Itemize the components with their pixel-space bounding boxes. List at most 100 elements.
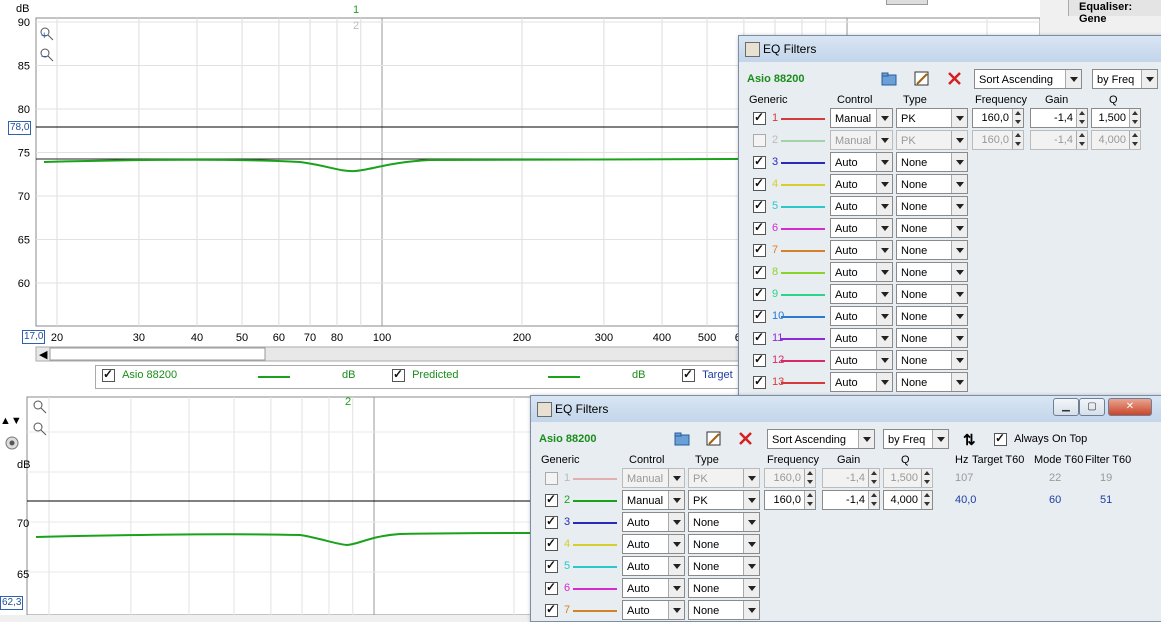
delete-icon[interactable] bbox=[946, 70, 964, 88]
filter-enable-checkbox[interactable] bbox=[753, 176, 766, 191]
spinner-arrows-icon[interactable] bbox=[868, 469, 879, 487]
spinner-arrows-icon[interactable] bbox=[1129, 131, 1140, 149]
filter-enable-checkbox[interactable] bbox=[545, 602, 558, 617]
filter-control-select[interactable]: Auto bbox=[830, 174, 893, 194]
min-level-box[interactable]: 17,0 bbox=[22, 330, 46, 344]
title-bar[interactable]: EQ Filters bbox=[739, 36, 1161, 62]
by-select[interactable]: by Freq bbox=[883, 429, 949, 449]
spinner-arrows-icon[interactable] bbox=[1129, 109, 1140, 127]
ref-level-box[interactable]: 78,0 bbox=[8, 121, 32, 135]
filter-type-select[interactable]: None bbox=[896, 196, 968, 216]
sort-arrows-icon[interactable]: ⇅ bbox=[963, 431, 981, 449]
filter-control-select[interactable]: Auto bbox=[830, 328, 893, 348]
filter-enable-checkbox[interactable] bbox=[753, 374, 766, 389]
filter-gain-spinner[interactable]: -1,4 bbox=[1030, 108, 1088, 128]
filter-type-select[interactable]: None bbox=[688, 534, 760, 554]
filter-q-spinner[interactable]: 1,500 bbox=[1091, 108, 1141, 128]
filter-control-select[interactable]: Auto bbox=[622, 512, 685, 532]
spinner-arrows-icon[interactable] bbox=[804, 469, 815, 487]
filter-type-select[interactable]: PK bbox=[688, 490, 760, 510]
legend-checkbox[interactable] bbox=[682, 367, 695, 382]
filter-type-select[interactable]: PK bbox=[688, 468, 760, 488]
filter-type-select[interactable]: None bbox=[896, 240, 968, 260]
spinner-arrows-icon[interactable] bbox=[1076, 109, 1087, 127]
spinner-arrows-icon[interactable] bbox=[1076, 131, 1087, 149]
filter-type-select[interactable]: None bbox=[688, 600, 760, 620]
edit-icon[interactable] bbox=[705, 430, 723, 448]
h-scrollbar-thumb[interactable] bbox=[49, 347, 266, 361]
filter-type-select[interactable]: None bbox=[896, 328, 968, 348]
filter-control-select[interactable]: Auto bbox=[830, 372, 893, 392]
filter-gain-spinner[interactable]: -1,4 bbox=[822, 490, 880, 510]
scroll-left-icon[interactable]: ◀ bbox=[39, 349, 48, 361]
filter-control-select[interactable]: Auto bbox=[622, 578, 685, 598]
spinner-arrows-icon[interactable] bbox=[1012, 109, 1023, 127]
filter-type-select[interactable]: None bbox=[896, 284, 968, 304]
filter-enable-checkbox[interactable] bbox=[753, 220, 766, 235]
open-folder-icon[interactable] bbox=[880, 70, 898, 88]
spinner-arrows-icon[interactable] bbox=[804, 491, 815, 509]
filter-control-select[interactable]: Auto bbox=[830, 218, 893, 238]
bottom-min-level-box[interactable]: 62,3 bbox=[0, 596, 24, 610]
filter-enable-checkbox[interactable] bbox=[753, 110, 766, 125]
spinner-arrows-icon[interactable] bbox=[921, 469, 932, 487]
filter-type-select[interactable]: None bbox=[896, 350, 968, 370]
filter-type-select[interactable]: None bbox=[688, 578, 760, 598]
filter-freq-spinner[interactable]: 160,0 bbox=[972, 130, 1024, 150]
edit-icon[interactable] bbox=[913, 70, 931, 88]
spinner-arrows-icon[interactable] bbox=[868, 491, 879, 509]
filter-freq-spinner[interactable]: 160,0 bbox=[972, 108, 1024, 128]
filter-enable-checkbox[interactable] bbox=[753, 308, 766, 323]
filter-type-select[interactable]: None bbox=[688, 512, 760, 532]
filter-enable-checkbox[interactable] bbox=[545, 514, 558, 529]
filter-enable-checkbox[interactable] bbox=[545, 558, 558, 573]
filter-type-select[interactable]: None bbox=[896, 306, 968, 326]
filter-type-select[interactable]: None bbox=[896, 218, 968, 238]
filter-enable-checkbox[interactable] bbox=[753, 352, 766, 367]
filter-control-select[interactable]: Manual bbox=[830, 108, 893, 128]
title-bar[interactable]: EQ Filters ▁ ▢ ✕ bbox=[531, 396, 1161, 422]
sort-select[interactable]: Sort Ascending bbox=[767, 429, 875, 449]
spinner-arrows-icon[interactable] bbox=[1012, 131, 1023, 149]
filter-type-select[interactable]: None bbox=[896, 174, 968, 194]
legend-checkbox[interactable] bbox=[392, 367, 405, 382]
top-stub-button[interactable] bbox=[886, 0, 928, 5]
filter-control-select[interactable]: Manual bbox=[830, 130, 893, 150]
filter-type-select[interactable]: None bbox=[896, 262, 968, 282]
filter-control-select[interactable]: Auto bbox=[830, 196, 893, 216]
filter-enable-checkbox[interactable] bbox=[753, 330, 766, 345]
filter-gain-spinner[interactable]: -1,4 bbox=[822, 468, 880, 488]
filter-control-select[interactable]: Auto bbox=[830, 306, 893, 326]
legend-checkbox[interactable] bbox=[102, 367, 115, 382]
filter-enable-checkbox[interactable] bbox=[753, 264, 766, 279]
filter-enable-checkbox[interactable] bbox=[753, 242, 766, 257]
filter-control-select[interactable]: Auto bbox=[830, 262, 893, 282]
filter-enable-checkbox[interactable] bbox=[753, 134, 766, 147]
open-folder-icon[interactable] bbox=[673, 430, 691, 448]
delete-icon[interactable] bbox=[737, 430, 755, 448]
filter-enable-checkbox[interactable] bbox=[545, 536, 558, 551]
filter-freq-spinner[interactable]: 160,0 bbox=[764, 490, 816, 510]
maximize-button[interactable]: ▢ bbox=[1079, 398, 1105, 416]
legend-item-target[interactable]: Target bbox=[682, 367, 733, 382]
by-select[interactable]: by Freq bbox=[1092, 69, 1158, 89]
up-down-arrows-icon[interactable]: ▲▼ bbox=[0, 415, 22, 427]
filter-control-select[interactable]: Auto bbox=[830, 240, 893, 260]
filter-type-select[interactable]: None bbox=[688, 556, 760, 576]
filter-enable-checkbox[interactable] bbox=[753, 154, 766, 169]
filter-gain-spinner[interactable]: -1,4 bbox=[1030, 130, 1088, 150]
filter-control-select[interactable]: Auto bbox=[830, 284, 893, 304]
legend-item-predicted[interactable]: Predicted bbox=[392, 367, 459, 382]
sort-select[interactable]: Sort Ascending bbox=[974, 69, 1082, 89]
filter-q-spinner[interactable]: 4,000 bbox=[1091, 130, 1141, 150]
minimize-button[interactable]: ▁ bbox=[1053, 398, 1079, 416]
filter-control-select[interactable]: Manual bbox=[622, 490, 685, 510]
filter-enable-checkbox[interactable] bbox=[545, 492, 558, 507]
filter-control-select[interactable]: Auto bbox=[622, 600, 685, 620]
filter-enable-checkbox[interactable] bbox=[753, 198, 766, 213]
filter-control-select[interactable]: Auto bbox=[830, 350, 893, 370]
filter-freq-spinner[interactable]: 160,0 bbox=[764, 468, 816, 488]
filter-type-select[interactable]: None bbox=[896, 372, 968, 392]
close-button[interactable]: ✕ bbox=[1108, 398, 1152, 416]
filter-q-spinner[interactable]: 4,000 bbox=[883, 490, 933, 510]
